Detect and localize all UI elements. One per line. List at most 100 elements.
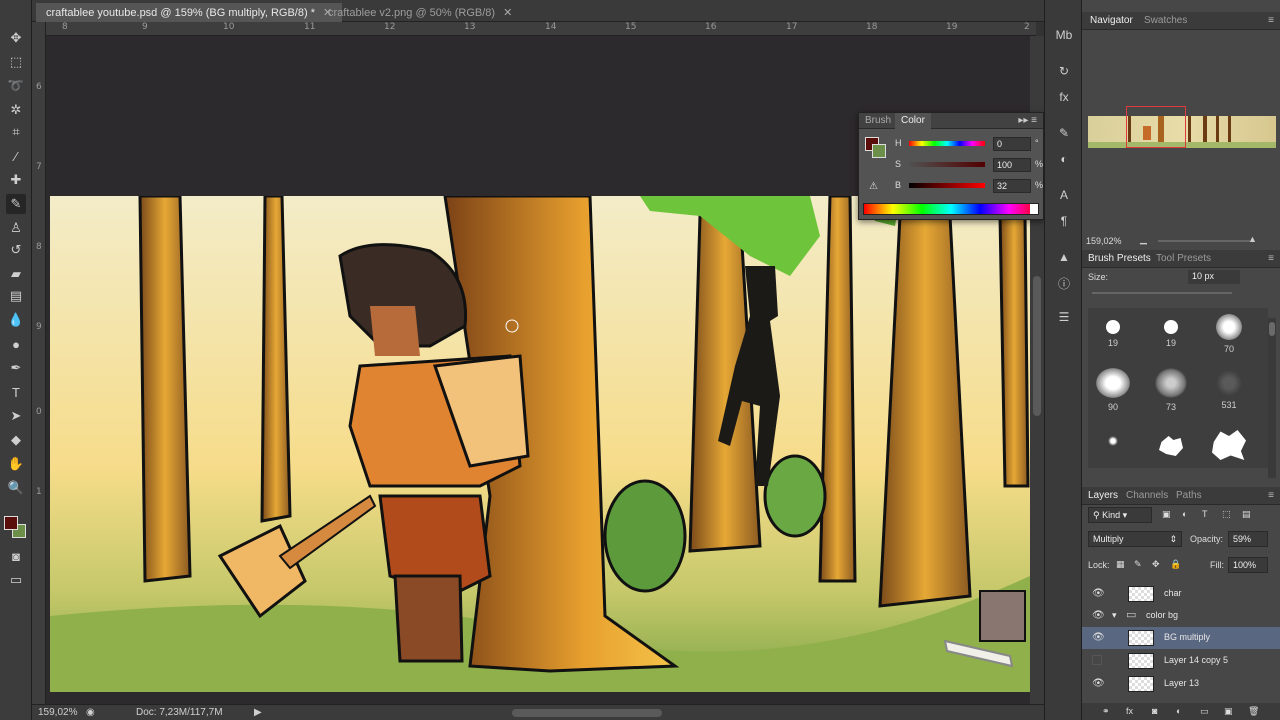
magic-wand-tool-icon[interactable]: ✲ bbox=[6, 100, 26, 120]
character-icon[interactable]: A bbox=[1055, 186, 1073, 204]
tab-color[interactable]: Color bbox=[895, 113, 931, 129]
layer-row-char[interactable]: 👁 char bbox=[1082, 583, 1280, 605]
brush-preset[interactable]: 73 bbox=[1146, 368, 1196, 424]
healing-brush-tool-icon[interactable]: ✚ bbox=[6, 170, 26, 190]
screen-mode-icon[interactable]: ▭ bbox=[6, 570, 26, 590]
brightness-value-field[interactable]: 32 bbox=[993, 179, 1031, 193]
filter-type-icon[interactable]: T bbox=[1202, 509, 1208, 519]
shape-tool-icon[interactable]: ◆ bbox=[6, 430, 26, 450]
foreground-color-swatch[interactable] bbox=[4, 516, 18, 530]
visibility-empty-box[interactable] bbox=[1092, 655, 1102, 665]
zoom-in-icon[interactable]: ▲ bbox=[1248, 234, 1257, 244]
layer-row-bg-multiply[interactable]: 👁 BG multiply bbox=[1082, 627, 1280, 649]
tab-navigator[interactable]: Navigator bbox=[1090, 15, 1133, 26]
brush-preset[interactable]: 19 bbox=[1146, 312, 1196, 368]
layer-kind-filter[interactable]: ⚲ Kind ▾ bbox=[1088, 507, 1152, 523]
blend-mode-dropdown[interactable]: Multiply ⇕ bbox=[1088, 531, 1182, 547]
lasso-tool-icon[interactable]: ➰ bbox=[6, 76, 26, 96]
delete-layer-icon[interactable]: 🗑 bbox=[1248, 706, 1259, 717]
filter-pixel-icon[interactable]: ▣ bbox=[1162, 509, 1171, 520]
visibility-eye-icon[interactable]: 👁 bbox=[1092, 632, 1105, 644]
status-info-icon[interactable]: ◉ bbox=[86, 707, 95, 718]
pen-tool-icon[interactable]: ✒ bbox=[6, 358, 26, 378]
size-slider[interactable] bbox=[1092, 292, 1232, 294]
dodge-tool-icon[interactable]: ● bbox=[6, 334, 26, 354]
tab-craftablee-v2[interactable]: craftablee v2.png @ 50% (RGB/8) ✕ bbox=[318, 3, 522, 22]
filter-smart-object-icon[interactable]: ▤ bbox=[1242, 509, 1251, 520]
blur-tool-icon[interactable]: 💧 bbox=[6, 310, 26, 330]
hue-value-field[interactable]: 0 bbox=[993, 137, 1031, 151]
tab-craftablee-youtube[interactable]: craftablee youtube.psd @ 159% (BG multip… bbox=[36, 3, 343, 22]
brush-preset[interactable] bbox=[1204, 428, 1254, 484]
crop-tool-icon[interactable]: ⌗ bbox=[6, 122, 26, 142]
info-icon[interactable]: ⓘ bbox=[1055, 274, 1073, 292]
type-tool-icon[interactable]: T bbox=[6, 382, 26, 402]
lock-transparency-icon[interactable]: ▦ bbox=[1116, 559, 1125, 570]
layer-group-color-bg[interactable]: 👁 ▾ ▭ color bg bbox=[1082, 605, 1280, 627]
close-tab-icon[interactable]: ✕ bbox=[503, 7, 512, 19]
panel-menu-icon[interactable]: ≡ bbox=[1268, 253, 1274, 264]
color-spectrum-ramp[interactable] bbox=[863, 203, 1039, 215]
tab-channels[interactable]: Channels bbox=[1126, 490, 1168, 501]
tab-swatches[interactable]: Swatches bbox=[1144, 15, 1187, 26]
size-value-field[interactable]: 10 px bbox=[1188, 270, 1240, 284]
group-expand-icon[interactable]: ▾ bbox=[1112, 610, 1117, 621]
new-group-icon[interactable]: ▭ bbox=[1200, 706, 1209, 717]
color-panel-icon[interactable]: ◐ bbox=[1055, 150, 1073, 168]
quick-mask-icon[interactable]: ◙ bbox=[6, 546, 26, 566]
brush-presets-scrollbar[interactable] bbox=[1268, 318, 1276, 478]
histogram-icon[interactable]: ▲ bbox=[1055, 248, 1073, 266]
visibility-eye-icon[interactable]: 👁 bbox=[1092, 678, 1105, 690]
new-layer-icon[interactable]: ▣ bbox=[1224, 706, 1233, 717]
clone-stamp-tool-icon[interactable]: ♙ bbox=[6, 218, 26, 238]
status-arrow-icon[interactable]: ▶ bbox=[254, 707, 262, 718]
hue-slider[interactable] bbox=[909, 141, 985, 146]
history-brush-tool-icon[interactable]: ↺ bbox=[6, 240, 26, 260]
brush-preset[interactable] bbox=[1146, 428, 1196, 484]
paragraph-icon[interactable]: ¶ bbox=[1055, 212, 1073, 230]
panel-menu-icon[interactable]: ▸▸ ≡ bbox=[1018, 115, 1037, 126]
navigator-zoom-value[interactable]: 159,02% bbox=[1086, 236, 1122, 246]
brush-panel-icon[interactable]: ✎ bbox=[1055, 124, 1073, 142]
zoom-slider[interactable] bbox=[1158, 240, 1250, 242]
brush-preset[interactable]: 90 bbox=[1088, 368, 1138, 424]
hand-tool-icon[interactable]: ✋ bbox=[6, 454, 26, 474]
marquee-tool-icon[interactable]: ⬚ bbox=[6, 52, 26, 72]
lock-position-icon[interactable]: ✥ bbox=[1152, 559, 1160, 570]
scrollbar-thumb[interactable] bbox=[1033, 276, 1041, 416]
tab-tool-presets[interactable]: Tool Presets bbox=[1156, 253, 1211, 264]
layer-mask-icon[interactable]: ◙ bbox=[1152, 706, 1157, 716]
layer-row-layer-14-copy-5[interactable]: Layer 14 copy 5 bbox=[1082, 650, 1280, 672]
link-layers-icon[interactable]: ⚭ bbox=[1102, 706, 1110, 717]
brush-tool-icon[interactable]: ✎ bbox=[6, 194, 26, 214]
tab-brush-presets[interactable]: Brush Presets bbox=[1088, 253, 1151, 264]
tab-layers[interactable]: Layers bbox=[1088, 490, 1118, 501]
status-zoom[interactable]: 159,02% bbox=[38, 707, 77, 718]
path-selection-tool-icon[interactable]: ➤ bbox=[6, 406, 26, 426]
actions-icon[interactable]: fx bbox=[1055, 88, 1073, 106]
gradient-tool-icon[interactable]: ▤ bbox=[6, 286, 26, 306]
visibility-eye-icon[interactable]: 👁 bbox=[1092, 610, 1105, 622]
white-swatch[interactable] bbox=[1030, 204, 1038, 214]
brush-preset[interactable] bbox=[1088, 428, 1138, 484]
saturation-slider[interactable] bbox=[909, 162, 985, 167]
color-panel-background-swatch[interactable] bbox=[872, 144, 886, 158]
opacity-field[interactable]: 59% bbox=[1228, 531, 1268, 547]
saturation-value-field[interactable]: 100 bbox=[993, 158, 1031, 172]
layer-row-layer-13[interactable]: 👁 Layer 13 bbox=[1082, 673, 1280, 695]
brush-preset[interactable]: 70 bbox=[1204, 312, 1254, 368]
lock-pixels-icon[interactable]: ✎ bbox=[1134, 559, 1142, 570]
horizontal-scrollbar[interactable] bbox=[512, 709, 662, 717]
brightness-slider[interactable] bbox=[909, 183, 985, 188]
tab-paths[interactable]: Paths bbox=[1176, 490, 1202, 501]
move-tool-icon[interactable]: ✥ bbox=[6, 28, 26, 48]
adjustments-icon[interactable]: ☰ bbox=[1055, 308, 1073, 326]
eraser-tool-icon[interactable]: ▰ bbox=[6, 264, 26, 284]
history-icon[interactable]: ↻ bbox=[1055, 62, 1073, 80]
lock-all-icon[interactable]: 🔒 bbox=[1170, 559, 1181, 570]
layer-style-icon[interactable]: fx bbox=[1126, 706, 1133, 716]
gamut-warning-icon[interactable]: ⚠ bbox=[869, 181, 878, 192]
tab-brush[interactable]: Brush bbox=[859, 115, 897, 126]
visibility-eye-icon[interactable]: 👁 bbox=[1092, 588, 1105, 600]
brush-preset[interactable]: 531 bbox=[1204, 368, 1254, 424]
